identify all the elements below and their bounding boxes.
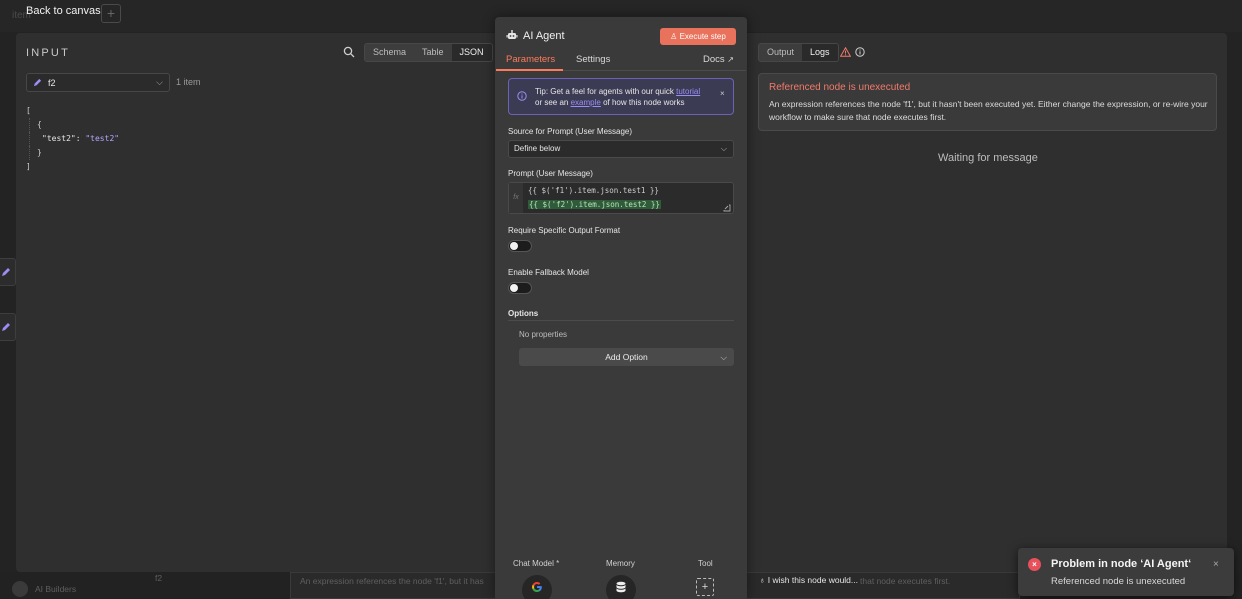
output-format-label: Require Specific Output Format: [508, 226, 621, 235]
tip-close-icon[interactable]: ×: [720, 89, 725, 98]
tip-prefix: Tip: Get a feel for agents with our quic…: [535, 87, 674, 96]
info-icon[interactable]: [855, 47, 865, 57]
info-icon: [517, 91, 527, 101]
chevron-down-icon: ⌵: [720, 144, 727, 153]
add-option-label: Add Option: [605, 352, 648, 362]
ghost-log-message: An expression references the node 'f1', …: [300, 576, 484, 586]
pencil-icon: [2, 268, 10, 276]
active-tab-indicator: [496, 69, 563, 71]
input-node-select[interactable]: f2 ⌵: [26, 73, 170, 92]
error-title: Referenced node is unexecuted: [769, 82, 911, 93]
lightbulb-icon: ♁: [759, 575, 768, 585]
view-logs-button[interactable]: Logs: [802, 44, 838, 61]
tab-docs-label: Docs: [703, 54, 725, 65]
chevron-down-icon: ⌵: [720, 352, 727, 362]
add-option-button[interactable]: Add Option ⌵: [519, 348, 734, 366]
json-bracket-open: [: [26, 106, 31, 115]
prompt-label: Prompt (User Message): [508, 169, 593, 178]
waiting-message: Waiting for message: [938, 152, 1038, 164]
tip-middle: or see an: [535, 97, 569, 107]
chevron-down-icon: ⌵: [156, 77, 163, 87]
ghost-log-message-tail: that node executes first.: [860, 576, 951, 586]
database-icon: [616, 581, 626, 593]
json-brace-open: {: [29, 118, 119, 132]
input-node-select-value: f2: [48, 77, 56, 88]
error-circle-icon: ×: [1028, 558, 1041, 571]
tip-suffix: of how this node works: [603, 97, 685, 107]
org-name: AI Builders: [35, 584, 77, 594]
toast-message: Referenced node is unexecuted: [1051, 576, 1186, 587]
pencil-icon: [33, 78, 42, 87]
error-description: An expression references the node 'f1', …: [769, 99, 1208, 122]
external-link-icon: ↗: [727, 55, 734, 64]
warning-icon: [840, 47, 851, 57]
source-prompt-label: Source for Prompt (User Message): [508, 127, 633, 136]
execute-step-label: Execute step: [679, 32, 726, 41]
json-key: "test2":: [42, 134, 81, 143]
memory-connector[interactable]: [606, 575, 636, 599]
chat-model-label: Chat Model *: [513, 559, 560, 568]
feedback-text: I wish this node would...: [767, 575, 858, 585]
tab-settings[interactable]: Settings: [576, 54, 610, 65]
options-heading: Options: [508, 309, 539, 318]
tutorial-link[interactable]: tutorial: [676, 87, 700, 96]
prompt-expression-line-1: {{ $('f1').item.json.test1 }}: [528, 186, 659, 195]
json-value: "test2": [85, 134, 120, 143]
output-format-toggle[interactable]: [508, 240, 532, 252]
org-avatar: [12, 581, 28, 597]
expand-icon[interactable]: [723, 204, 731, 212]
tip-text: Tip: Get a feel for agents with our quic…: [535, 87, 713, 108]
toast-close-icon[interactable]: ×: [1213, 559, 1219, 570]
chat-model-connector[interactable]: [522, 575, 552, 599]
json-entry: "test2": "test2": [29, 132, 119, 146]
fallback-model-label: Enable Fallback Model: [508, 268, 589, 277]
view-json-button[interactable]: JSON: [451, 44, 492, 61]
add-tool-button[interactable]: +: [696, 578, 714, 596]
source-prompt-value: Define below: [514, 144, 561, 153]
toast-title: Problem in node ‘AI Agent‘: [1051, 558, 1192, 570]
feedback-prompt[interactable]: ♁ I wish this node would...: [759, 575, 858, 585]
example-link[interactable]: example: [571, 98, 601, 107]
node-title: AI Agent: [523, 30, 565, 42]
memory-label: Memory: [606, 559, 635, 568]
json-brace-close: }: [29, 146, 119, 160]
back-to-canvas-link[interactable]: Back to canvas: [26, 5, 101, 17]
input-item-count: 1 item: [176, 77, 201, 87]
tab-parameters[interactable]: Parameters: [506, 54, 555, 65]
view-schema-button[interactable]: Schema: [365, 44, 414, 61]
prompt-expression-line-2: {{ $('f2').item.json.test2 }}: [528, 200, 661, 209]
rail-edit-button-2[interactable]: [0, 313, 16, 341]
robot-icon: [506, 30, 518, 39]
no-properties-text: No properties: [519, 330, 568, 339]
json-viewer: [ { "test2": "test2" } ]: [26, 104, 119, 174]
flask-icon: ♙: [670, 32, 680, 41]
fallback-model-toggle[interactable]: [508, 282, 532, 294]
tool-label: Tool: [698, 559, 713, 568]
fx-icon: fx: [509, 183, 523, 213]
error-toast: [1018, 548, 1234, 596]
tab-docs[interactable]: Docs ↗: [703, 54, 734, 65]
view-table-button[interactable]: Table: [414, 44, 452, 61]
view-output-button[interactable]: Output: [759, 44, 802, 61]
google-icon: [532, 582, 542, 592]
rail-edit-button-1[interactable]: [0, 258, 16, 286]
ghost-node-name: f2: [155, 573, 163, 583]
source-prompt-select[interactable]: Define below ⌵: [508, 140, 734, 158]
pencil-icon: [2, 323, 10, 331]
output-view-toggle: Output Logs: [758, 43, 839, 62]
search-icon[interactable]: [343, 46, 355, 58]
options-divider: [508, 320, 734, 321]
canvas-add-button[interactable]: +: [101, 4, 121, 23]
json-bracket-close: ]: [26, 162, 31, 171]
input-view-toggle: Schema Table JSON: [364, 43, 493, 62]
input-panel-title: INPUT: [26, 47, 70, 59]
execute-step-button[interactable]: ♙ Execute step: [660, 28, 736, 45]
